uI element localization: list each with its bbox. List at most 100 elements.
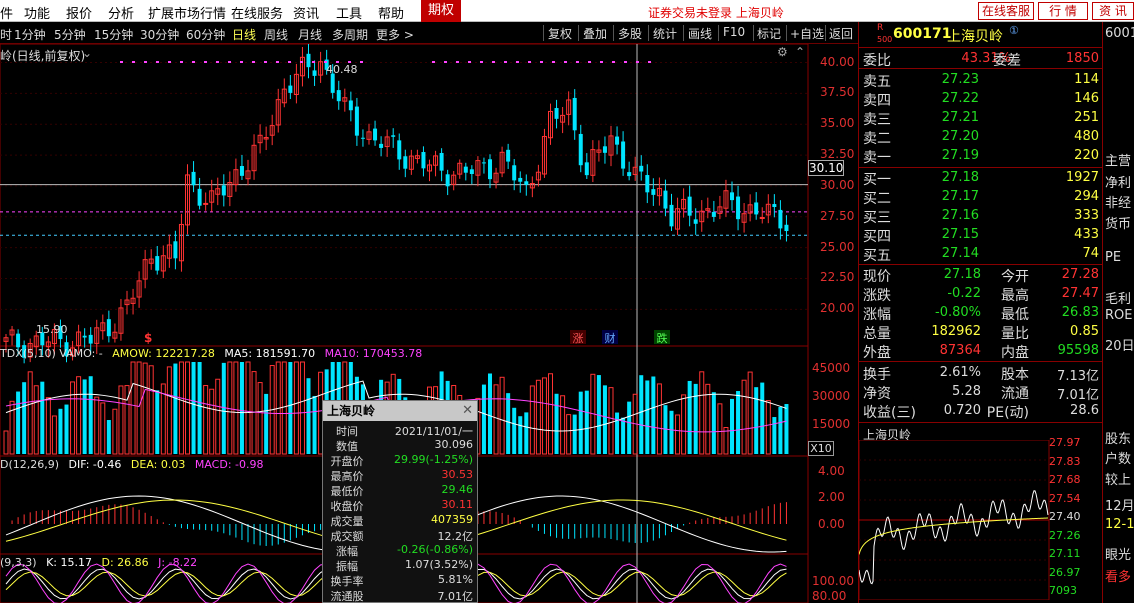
- f10-label: 户数: [1105, 452, 1132, 467]
- volume-bar: [602, 385, 607, 454]
- candle-body: [360, 137, 365, 139]
- menu-item-online-service[interactable]: 在线服务: [231, 3, 283, 22]
- info-button[interactable]: 资 讯: [1092, 2, 1134, 20]
- mini-axis-tick: 27.83: [1049, 454, 1081, 468]
- chart-title: 岭(日线,前复权): [0, 49, 86, 63]
- period-weekly[interactable]: 周线: [264, 26, 288, 43]
- info-icon[interactable]: ①: [1009, 24, 1019, 37]
- period-1min[interactable]: 1分钟: [14, 26, 46, 43]
- candle-body: [578, 133, 583, 166]
- period-5min[interactable]: 5分钟: [54, 26, 86, 43]
- stat-label: 外盘: [863, 345, 891, 361]
- collapse-icon[interactable]: ⌃: [795, 45, 805, 59]
- period-monthly[interactable]: 月线: [298, 26, 322, 43]
- gear-icon[interactable]: ⚙: [777, 45, 788, 59]
- period-30min[interactable]: 30分钟: [140, 26, 179, 43]
- volume-bar: [40, 381, 45, 454]
- menu-item-extended-market[interactable]: 扩展市场行情: [148, 3, 226, 22]
- volume-bar: [554, 393, 559, 454]
- period-daily[interactable]: 日线: [232, 26, 256, 43]
- back-button[interactable]: 返回: [829, 25, 853, 42]
- signal-dot: [204, 61, 207, 63]
- restore-rights-button[interactable]: 复权: [548, 25, 572, 42]
- bid-price[interactable]: 27.15: [929, 227, 979, 242]
- mini-axis-tick: 27.11: [1049, 547, 1081, 560]
- menu-item-help[interactable]: 帮助: [378, 3, 404, 22]
- event-marker-finance[interactable]: 财: [602, 330, 618, 345]
- draw-line-button[interactable]: 画线: [688, 25, 712, 42]
- f10-label: 看多: [1105, 570, 1132, 585]
- options-button[interactable]: 期权: [421, 0, 461, 22]
- menu-item-file[interactable]: 件: [0, 3, 13, 22]
- ask-price[interactable]: 27.19: [929, 148, 979, 163]
- menu-item-tools[interactable]: 工具: [336, 3, 362, 22]
- chevron-down-icon[interactable]: ⌄: [82, 46, 92, 60]
- volume-bar: [130, 361, 136, 455]
- signal-dot: [528, 61, 531, 63]
- signal-dot: [192, 61, 195, 63]
- mini-axis-tick: 7093: [1049, 584, 1077, 597]
- menu-item-news[interactable]: 资讯: [293, 3, 319, 22]
- mini-axis-tick: 27.54: [1049, 491, 1081, 505]
- close-icon[interactable]: ✕: [462, 403, 473, 418]
- ask-price[interactable]: 27.23: [929, 72, 979, 87]
- webi-label: 委比: [863, 53, 891, 69]
- bid-price[interactable]: 27.16: [929, 208, 979, 223]
- bid-level-label: 买五: [863, 248, 891, 264]
- event-marker-rise[interactable]: 涨: [570, 330, 586, 345]
- ask-price[interactable]: 27.20: [929, 129, 979, 144]
- mark-button[interactable]: 标记: [757, 25, 781, 42]
- candle-body: [488, 159, 492, 180]
- volume-bar: [488, 373, 492, 454]
- menu-item-function[interactable]: 功能: [24, 3, 50, 22]
- volume-bar: [566, 414, 572, 455]
- stat-value: 0.85: [1070, 324, 1099, 339]
- volume-bar: [22, 382, 27, 454]
- bid-price[interactable]: 27.17: [929, 189, 979, 204]
- menu-item-analysis[interactable]: 分析: [108, 3, 134, 22]
- volume-bar: [772, 417, 777, 454]
- ask-price[interactable]: 27.22: [929, 91, 979, 106]
- stat-label: 换手: [863, 367, 891, 383]
- price-axis-tick: 40.00: [820, 54, 855, 69]
- candle-body: [445, 174, 450, 187]
- candle-body: [391, 135, 396, 137]
- f10-label: 20日: [1105, 339, 1134, 354]
- signal-dot: [252, 61, 255, 63]
- period-more[interactable]: 更多 >: [376, 26, 414, 43]
- tooltip-label: 成交额: [330, 530, 364, 543]
- candle-body: [615, 136, 620, 145]
- volume-bar: [257, 382, 263, 455]
- online-support-button[interactable]: 在线客服: [978, 2, 1034, 20]
- volume-bar: [245, 361, 251, 455]
- mini-axis-tick: 27.26: [1049, 528, 1081, 542]
- bid-volume: 74: [1082, 246, 1099, 261]
- stat-value: 182962: [931, 324, 981, 339]
- period-15min[interactable]: 15分钟: [94, 26, 133, 43]
- volume-bar: [88, 376, 93, 454]
- tooltip-value: 407359: [431, 513, 473, 526]
- period-time[interactable]: 时: [0, 26, 12, 43]
- overlay-button[interactable]: 叠加: [583, 25, 607, 42]
- add-watchlist-button[interactable]: +自选: [790, 25, 824, 42]
- period-60min[interactable]: 60分钟: [186, 26, 225, 43]
- price-axis-tick: 32.50: [820, 147, 855, 162]
- candle-body: [173, 241, 178, 259]
- volume-bar: [506, 393, 511, 454]
- bid-price[interactable]: 27.18: [929, 170, 979, 185]
- statistics-button[interactable]: 统计: [653, 25, 677, 42]
- quote-button[interactable]: 行 情: [1038, 2, 1088, 20]
- event-marker-dollar[interactable]: $: [144, 331, 152, 345]
- multi-stock-button[interactable]: 多股: [618, 25, 642, 42]
- event-marker-fall[interactable]: 跌: [654, 330, 670, 345]
- period-multi[interactable]: 多周期: [332, 26, 368, 43]
- bid-price[interactable]: 27.14: [929, 246, 979, 261]
- volume-bar: [306, 378, 311, 454]
- candle-body: [693, 219, 698, 224]
- menu-item-quote[interactable]: 报价: [66, 3, 92, 22]
- stat-value: 27.18: [943, 267, 981, 282]
- ask-price[interactable]: 27.21: [929, 110, 979, 125]
- f10-button[interactable]: F10: [723, 25, 745, 39]
- volume-bar: [3, 430, 9, 455]
- candle-body: [82, 335, 87, 338]
